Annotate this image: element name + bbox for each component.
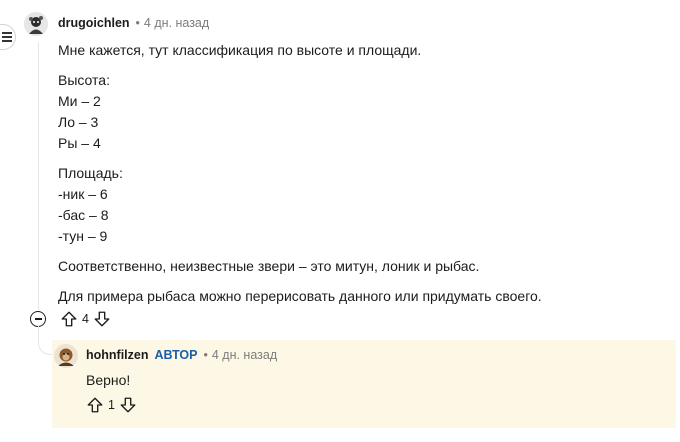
reply-comment: hohnfilzen АВТОР • 4 дн. назад Верно! 1 xyxy=(52,340,676,428)
comment-paragraph: Для примера рыбаса можно перерисовать да… xyxy=(58,286,658,307)
comment-line: Для примера рыбаса можно перерисовать да… xyxy=(58,288,542,304)
upvote-button[interactable] xyxy=(86,396,104,414)
reply-header: hohnfilzen АВТОР • 4 дн. назад xyxy=(86,348,277,362)
reply-username[interactable]: hohnfilzen xyxy=(86,348,149,362)
downvote-arrow-icon xyxy=(120,397,136,413)
thread-menu-button[interactable] xyxy=(0,24,16,50)
meta-separator: • xyxy=(135,16,140,30)
author-badge: АВТОР xyxy=(154,348,198,362)
comment-line: Высота: xyxy=(58,72,110,88)
comment-time[interactable]: 4 дн. назад xyxy=(144,16,209,30)
comment-line: -тун – 9 xyxy=(58,228,108,244)
downvote-button[interactable] xyxy=(93,310,111,328)
comment-line: Площадь: xyxy=(58,165,123,181)
downvote-button[interactable] xyxy=(119,396,137,414)
upvote-arrow-icon xyxy=(61,311,77,327)
comment-line: Соответственно, неизвестные звери – это … xyxy=(58,258,480,274)
comment-line: Мне кажется, тут классификация по высоте… xyxy=(58,42,422,58)
comment-username[interactable]: drugoichlen xyxy=(58,16,130,30)
comment-line: Ры – 4 xyxy=(58,135,101,151)
comment-line: Ло – 3 xyxy=(58,114,99,130)
comment-paragraph: Площадь: -ник – 6 -бас – 8 -тун – 9 xyxy=(58,163,658,247)
comment-paragraph: Соответственно, неизвестные звери – это … xyxy=(58,256,658,277)
comment-paragraph: Высота: Ми – 2 Ло – 3 Ры – 4 xyxy=(58,70,658,154)
reply-avatar[interactable] xyxy=(54,344,78,368)
vote-count: 4 xyxy=(82,312,89,326)
comment-line: -ник – 6 xyxy=(58,186,108,202)
reply-time[interactable]: 4 дн. назад xyxy=(212,348,277,362)
comment-line: -бас – 8 xyxy=(58,207,109,223)
menu-icon xyxy=(1,30,12,45)
upvote-arrow-icon xyxy=(87,397,103,413)
reply-connector-line xyxy=(38,326,53,355)
vote-count: 1 xyxy=(108,398,115,412)
comment-paragraph: Мне кажется, тут классификация по высоте… xyxy=(58,40,658,61)
comment-thread: drugoichlen • 4 дн. назад Мне кажется, тут… xyxy=(0,0,680,442)
upvote-button[interactable] xyxy=(60,310,78,328)
reply-body: Верно! xyxy=(86,370,680,391)
comment-body: Мне кажется, тут классификация по высоте… xyxy=(58,40,658,316)
meta-separator: • xyxy=(203,348,208,362)
downvote-arrow-icon xyxy=(94,311,110,327)
comment-vote-bar: 4 xyxy=(60,310,111,328)
collapse-thread-icon xyxy=(34,318,42,320)
comment-line: Ми – 2 xyxy=(58,93,101,109)
thread-line xyxy=(38,42,39,310)
comment-header: drugoichlen • 4 дн. назад xyxy=(58,16,209,30)
collapse-thread-button[interactable] xyxy=(30,311,46,327)
reply-vote-bar: 1 xyxy=(86,396,137,414)
reply-text: Верно! xyxy=(86,372,131,388)
avatar[interactable] xyxy=(24,12,48,36)
